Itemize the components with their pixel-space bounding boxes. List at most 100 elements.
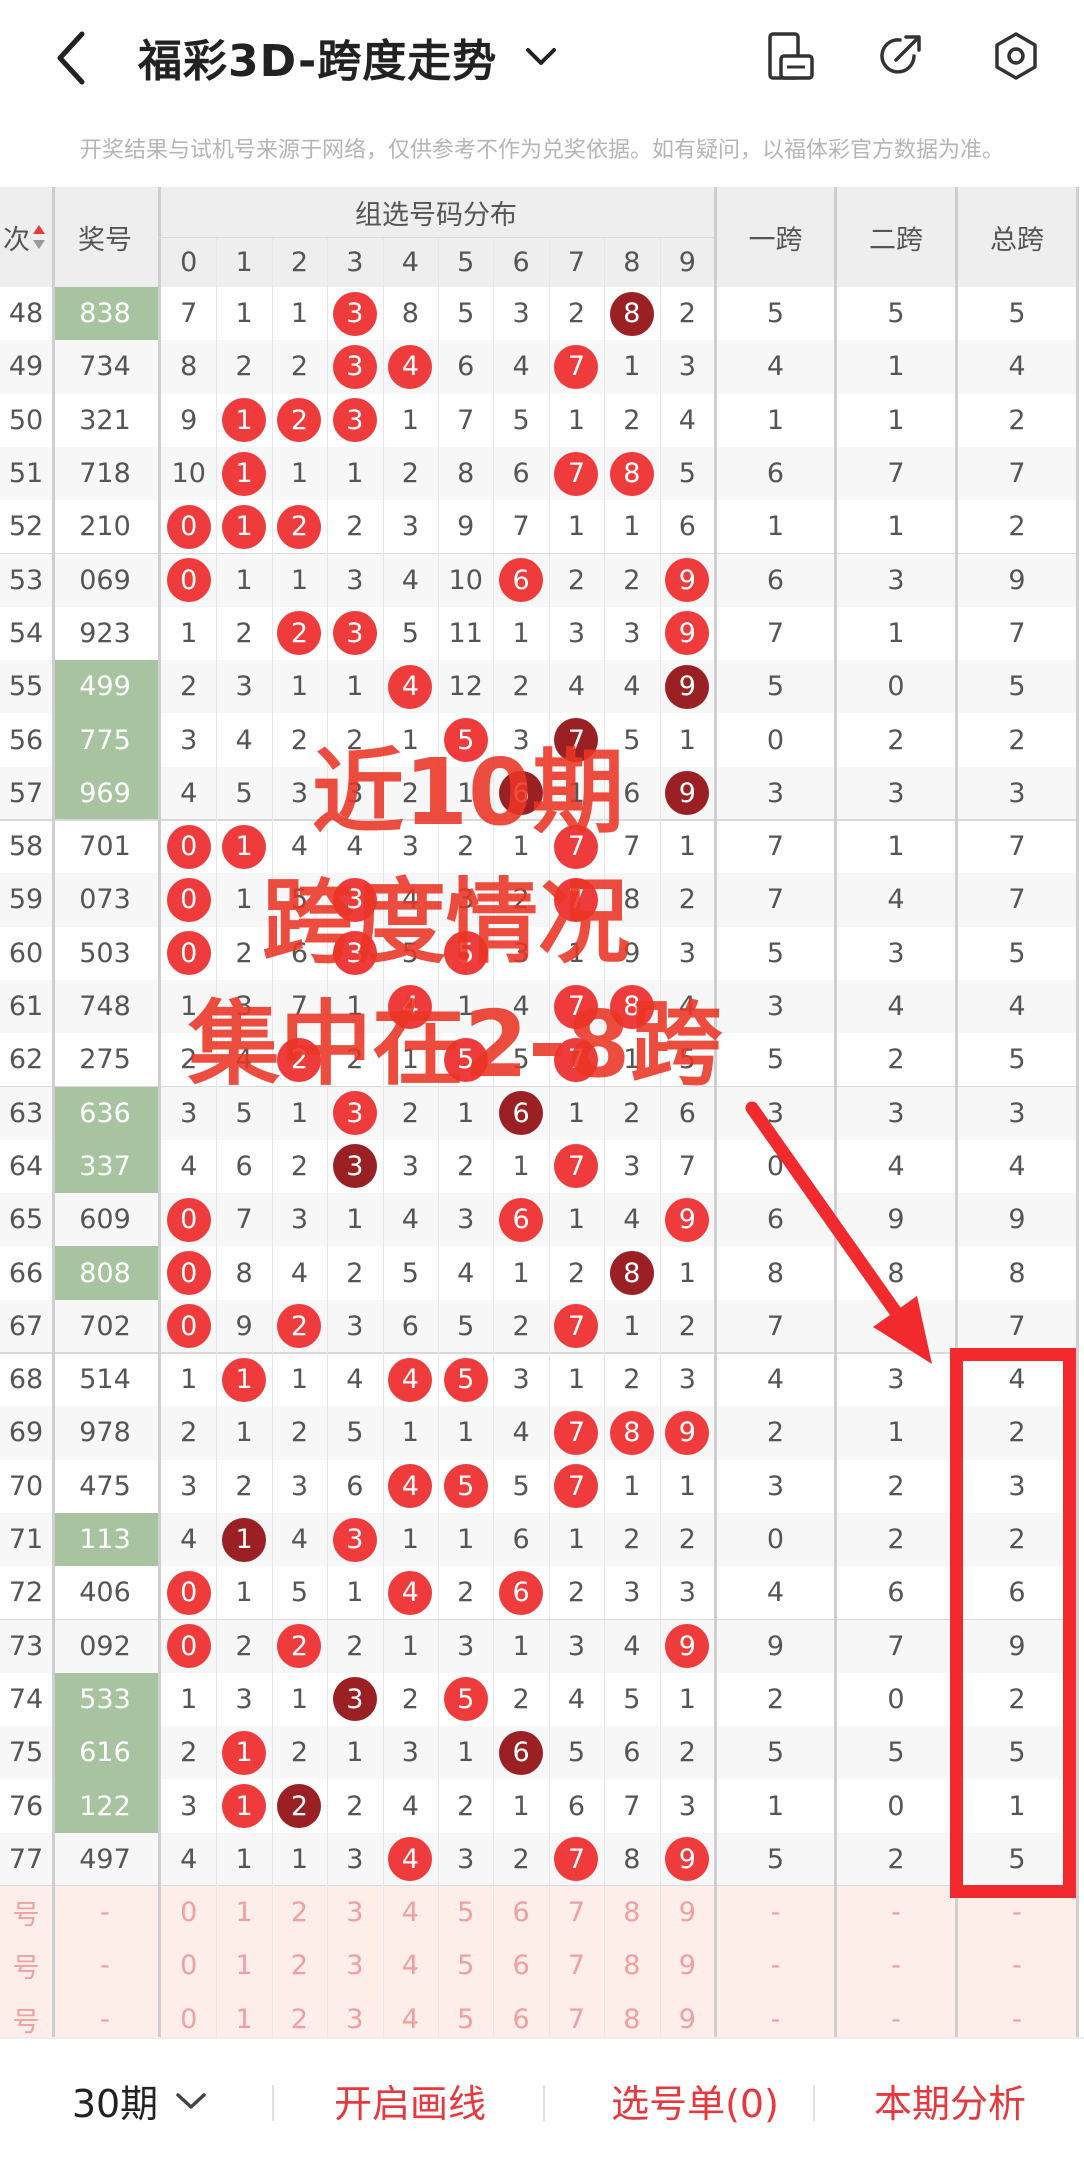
distribution-cell[interactable]: 9 <box>660 767 715 820</box>
distribution-cell[interactable]: 9 <box>660 660 715 713</box>
period-header[interactable]: 次 <box>0 187 52 287</box>
distribution-cell[interactable]: 1 <box>604 1460 659 1513</box>
distribution-cell[interactable]: 8 <box>161 340 216 393</box>
distribution-cell[interactable]: 3 <box>327 394 382 447</box>
distribution-cell[interactable]: 3 <box>438 1193 493 1246</box>
distribution-cell[interactable]: 3 <box>660 340 715 393</box>
distribution-cell[interactable]: 3 <box>216 1673 271 1726</box>
distribution-cell[interactable]: 1 <box>272 1673 327 1726</box>
distribution-cell[interactable]: 4 <box>493 1406 548 1459</box>
distribution-cell[interactable]: 9 <box>438 500 493 553</box>
distribution-cell[interactable]: 1 <box>549 1353 604 1406</box>
distribution-cell[interactable]: 0 <box>161 1300 216 1353</box>
distribution-cell[interactable]: 4 <box>383 1779 438 1832</box>
distribution-cell[interactable]: 0 <box>161 820 216 873</box>
distribution-cell[interactable]: 4 <box>161 1140 216 1193</box>
distribution-cell[interactable]: 4 <box>604 1620 659 1673</box>
distribution-cell[interactable]: 1 <box>327 447 382 500</box>
distribution-cell[interactable]: 2 <box>327 500 382 553</box>
distribution-cell[interactable]: 2 <box>660 1726 715 1779</box>
distribution-cell[interactable]: 1 <box>549 394 604 447</box>
distribution-cell[interactable]: 4 <box>660 394 715 447</box>
distribution-cell[interactable]: 1 <box>216 1353 271 1406</box>
distribution-cell[interactable]: 8 <box>604 1246 659 1299</box>
distribution-cell[interactable]: 9 <box>660 607 715 660</box>
distribution-cell[interactable]: 4 <box>383 1566 438 1619</box>
distribution-cell[interactable]: 4 <box>383 1193 438 1246</box>
distribution-cell[interactable]: 11 <box>438 607 493 660</box>
distribution-cell[interactable]: 4 <box>161 1513 216 1566</box>
distribution-cell[interactable]: 1 <box>272 447 327 500</box>
distribution-cell[interactable]: 1 <box>493 1246 548 1299</box>
distribution-cell[interactable]: 7 <box>549 1833 604 1886</box>
distribution-cell[interactable]: 4 <box>272 1513 327 1566</box>
distribution-cell[interactable]: 1 <box>327 1566 382 1619</box>
distribution-cell[interactable]: 4 <box>272 1246 327 1299</box>
distribution-cell[interactable]: 2 <box>272 1620 327 1673</box>
distribution-cell[interactable]: 8 <box>604 447 659 500</box>
distribution-cell[interactable]: 6 <box>493 554 548 607</box>
distribution-cell[interactable]: 1 <box>161 1353 216 1406</box>
distribution-cell[interactable]: 4 <box>216 713 271 766</box>
distribution-cell[interactable]: 1 <box>438 1406 493 1459</box>
distribution-cell[interactable]: 4 <box>383 1460 438 1513</box>
distribution-cell[interactable]: 9 <box>660 1406 715 1459</box>
distribution-cell[interactable]: 1 <box>216 1513 271 1566</box>
distribution-cell[interactable]: 5 <box>383 1246 438 1299</box>
distribution-cell[interactable]: 2 <box>216 340 271 393</box>
distribution-cell[interactable]: 3 <box>660 1353 715 1406</box>
distribution-cell[interactable]: 7 <box>438 394 493 447</box>
distribution-cell[interactable]: 1 <box>604 340 659 393</box>
distribution-cell[interactable]: 1 <box>549 1193 604 1246</box>
distribution-cell[interactable]: 4 <box>438 1246 493 1299</box>
distribution-cell[interactable]: 5 <box>549 1726 604 1779</box>
distribution-cell[interactable]: 4 <box>549 1673 604 1726</box>
distribution-cell[interactable]: 5 <box>327 1406 382 1459</box>
distribution-cell[interactable]: 3 <box>161 713 216 766</box>
distribution-cell[interactable]: 1 <box>216 554 271 607</box>
distribution-cell[interactable]: 3 <box>161 1460 216 1513</box>
distribution-cell[interactable]: 7 <box>549 1406 604 1459</box>
distribution-cell[interactable]: 3 <box>161 1779 216 1832</box>
distribution-cell[interactable]: 3 <box>438 1833 493 1886</box>
distribution-cell[interactable]: 3 <box>327 1513 382 1566</box>
distribution-cell[interactable]: 7 <box>660 1140 715 1193</box>
distribution-cell[interactable]: 9 <box>660 554 715 607</box>
distribution-cell[interactable]: 6 <box>493 1566 548 1619</box>
distribution-cell[interactable]: 1 <box>216 1833 271 1886</box>
title-dropdown[interactable]: 福彩3D-跨度走势 <box>138 22 559 92</box>
distribution-cell[interactable]: 6 <box>216 1140 271 1193</box>
distribution-cell[interactable]: 7 <box>161 287 216 340</box>
distribution-cell[interactable]: 2 <box>272 1300 327 1353</box>
distribution-cell[interactable]: 2 <box>272 1779 327 1832</box>
distribution-cell[interactable]: 1 <box>438 1726 493 1779</box>
distribution-cell[interactable]: 1 <box>604 500 659 553</box>
distribution-cell[interactable]: 3 <box>604 1140 659 1193</box>
distribution-cell[interactable]: 2 <box>272 1406 327 1459</box>
distribution-cell[interactable]: 7 <box>493 500 548 553</box>
distribution-cell[interactable]: 1 <box>493 607 548 660</box>
distribution-cell[interactable]: 3 <box>272 1460 327 1513</box>
distribution-cell[interactable]: 1 <box>549 500 604 553</box>
distribution-cell[interactable]: 2 <box>161 1726 216 1779</box>
distribution-cell[interactable]: 2 <box>660 1513 715 1566</box>
chevron-left-icon[interactable] <box>48 28 98 88</box>
distribution-cell[interactable]: 5 <box>438 1460 493 1513</box>
distribution-cell[interactable]: 2 <box>493 660 548 713</box>
distribution-cell[interactable]: 3 <box>327 554 382 607</box>
distribution-cell[interactable]: 2 <box>383 447 438 500</box>
distribution-cell[interactable]: 1 <box>383 1620 438 1673</box>
distribution-cell[interactable]: 3 <box>383 1726 438 1779</box>
distribution-cell[interactable]: 2 <box>549 554 604 607</box>
distribution-cell[interactable]: 1 <box>493 1140 548 1193</box>
distribution-cell[interactable]: 5 <box>438 1300 493 1353</box>
distribution-cell[interactable]: 8 <box>216 1246 271 1299</box>
distribution-cell[interactable]: 5 <box>216 767 271 820</box>
distribution-cell[interactable]: 1 <box>383 394 438 447</box>
distribution-cell[interactable]: 4 <box>161 1833 216 1886</box>
period-select[interactable]: 30期 <box>40 2039 240 2162</box>
distribution-cell[interactable]: 5 <box>438 1673 493 1726</box>
distribution-cell[interactable]: 0 <box>161 873 216 926</box>
draw-line-button[interactable]: 开启画线 <box>295 2039 525 2162</box>
distribution-cell[interactable]: 2 <box>604 1353 659 1406</box>
